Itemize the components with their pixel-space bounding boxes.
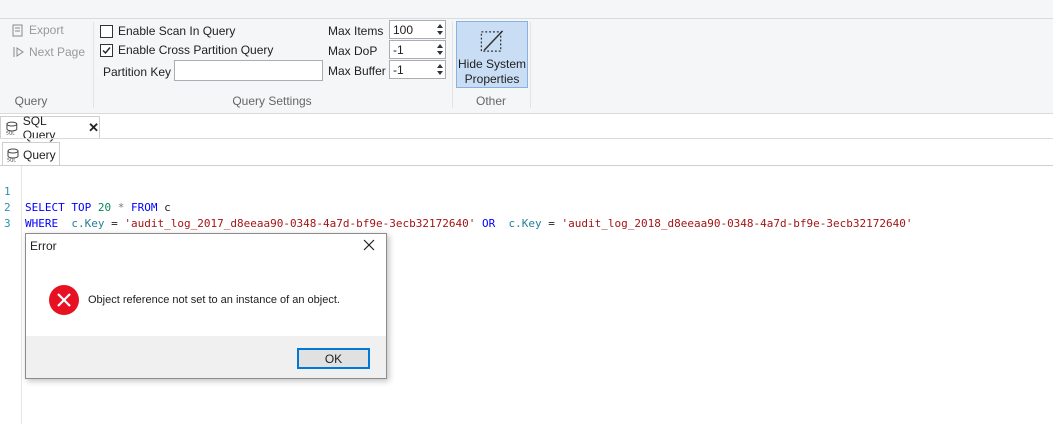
error-message: Object reference not set to an instance …: [88, 294, 340, 306]
dialog-close-button[interactable]: [360, 236, 378, 254]
code-line[interactable]: 3: [0, 200, 27, 230]
hide-system-line1: Hide System: [457, 57, 527, 71]
tab-strip-divider: [0, 138, 1053, 139]
export-button[interactable]: Export: [11, 23, 64, 37]
group-separator: [93, 22, 94, 108]
up-arrow-icon[interactable]: [436, 24, 443, 28]
sql-database-icon: SQL: [6, 121, 18, 135]
ribbon-top-divider: [0, 18, 1053, 19]
next-page-label: Next Page: [29, 45, 86, 59]
checkmark-icon: [102, 46, 111, 54]
close-icon[interactable]: ✕: [88, 120, 99, 136]
max-dop-value[interactable]: -1: [390, 41, 434, 58]
keyword-or: OR: [482, 217, 496, 230]
ok-button[interactable]: OK: [297, 348, 370, 369]
up-arrow-icon[interactable]: [436, 64, 443, 68]
keyword-where: WHERE: [25, 217, 59, 230]
export-icon: [11, 23, 25, 37]
partition-key-label: Partition Key: [103, 65, 172, 79]
up-arrow-icon[interactable]: [436, 44, 443, 48]
checkbox-box[interactable]: [100, 24, 113, 38]
hide-properties-icon: [480, 30, 504, 52]
down-arrow-icon[interactable]: [436, 51, 443, 55]
max-buffer-stepper[interactable]: -1: [389, 60, 446, 79]
max-items-label: Max Items: [328, 24, 384, 38]
next-page-icon: [11, 45, 25, 59]
enable-scan-label: Enable Scan In Query: [118, 24, 236, 38]
dialog-footer: OK: [26, 336, 386, 378]
max-items-value[interactable]: 100: [390, 21, 434, 38]
max-dop-stepper[interactable]: -1: [389, 40, 446, 59]
query-group-label: Query: [14, 94, 48, 108]
stepper-arrows[interactable]: [434, 61, 445, 78]
max-items-stepper[interactable]: 100: [389, 20, 446, 39]
max-buffer-label: Max Buffer: [328, 64, 386, 78]
tab-sql-query[interactable]: SQL SQL Query ✕: [0, 114, 100, 142]
query-settings-group-label: Query Settings: [232, 94, 312, 108]
code-line[interactable]: 1 SELECT TOP 20 * FROM c: [0, 168, 171, 214]
hide-system-line2: Properties: [464, 72, 520, 86]
group-separator: [452, 22, 453, 108]
enable-cross-partition-checkbox[interactable]: Enable Cross Partition Query: [100, 43, 273, 57]
inner-tab-divider: [0, 165, 1053, 166]
export-label: Export: [29, 23, 64, 37]
error-dialog: Error Object reference not set to an ins…: [25, 233, 387, 379]
operator-equals: =: [548, 217, 555, 230]
code-text[interactable]: SELECT TOP 20 * FROM c: [25, 200, 171, 216]
line-number: 3: [4, 217, 11, 230]
stepper-arrows[interactable]: [434, 41, 445, 58]
operator-star: *: [117, 201, 125, 214]
checkbox-box-checked[interactable]: [100, 43, 113, 57]
keyword-select: SELECT: [25, 201, 65, 214]
enable-cross-partition-label: Enable Cross Partition Query: [118, 43, 274, 57]
close-icon: [363, 239, 375, 251]
next-page-button[interactable]: Next Page: [11, 45, 85, 59]
stepper-arrows[interactable]: [434, 21, 445, 38]
operator-equals: =: [111, 217, 118, 230]
keyword-top: TOP: [71, 201, 92, 214]
partition-key-input[interactable]: [174, 60, 323, 81]
hide-system-properties-label: Hide System Properties: [458, 57, 526, 87]
svg-text:SQL: SQL: [7, 157, 16, 162]
string-literal: 'audit_log_2017_d8eeaa90-0348-4a7d-bf9e-…: [124, 217, 476, 230]
max-buffer-value[interactable]: -1: [390, 61, 434, 78]
dialog-body: Object reference not set to an instance …: [26, 258, 386, 336]
keyword-from: FROM: [131, 201, 158, 214]
identifier: c: [164, 201, 171, 214]
dialog-title: Error: [30, 239, 57, 253]
string-literal: 'audit_log_2018_d8eeaa90-0348-4a7d-bf9e-…: [561, 217, 913, 230]
tab-query-label: Query: [23, 147, 56, 162]
other-group-label: Other: [475, 94, 506, 108]
code-line[interactable]: 2 WHERE c.Key = 'audit_log_2017_d8eeaa90…: [0, 184, 913, 230]
ribbon: Export Next Page Query Enable Scan In Qu…: [0, 0, 1053, 114]
down-arrow-icon[interactable]: [436, 71, 443, 75]
svg-text:SQL: SQL: [6, 130, 15, 135]
query-database-icon: SQL: [7, 148, 19, 162]
down-arrow-icon[interactable]: [436, 31, 443, 35]
group-separator: [530, 22, 531, 108]
max-dop-label: Max DoP: [328, 44, 378, 58]
field-ref: c.Key: [71, 217, 105, 230]
number-literal: 20: [97, 201, 112, 214]
field-ref: c.Key: [508, 217, 542, 230]
enable-scan-checkbox[interactable]: Enable Scan In Query: [100, 24, 235, 38]
error-icon: [49, 285, 79, 315]
tab-query[interactable]: SQL Query: [2, 142, 60, 166]
hide-system-properties-button[interactable]: Hide System Properties: [456, 21, 528, 88]
code-text[interactable]: WHERE c.Key = 'audit_log_2017_d8eeaa90-0…: [25, 216, 913, 232]
